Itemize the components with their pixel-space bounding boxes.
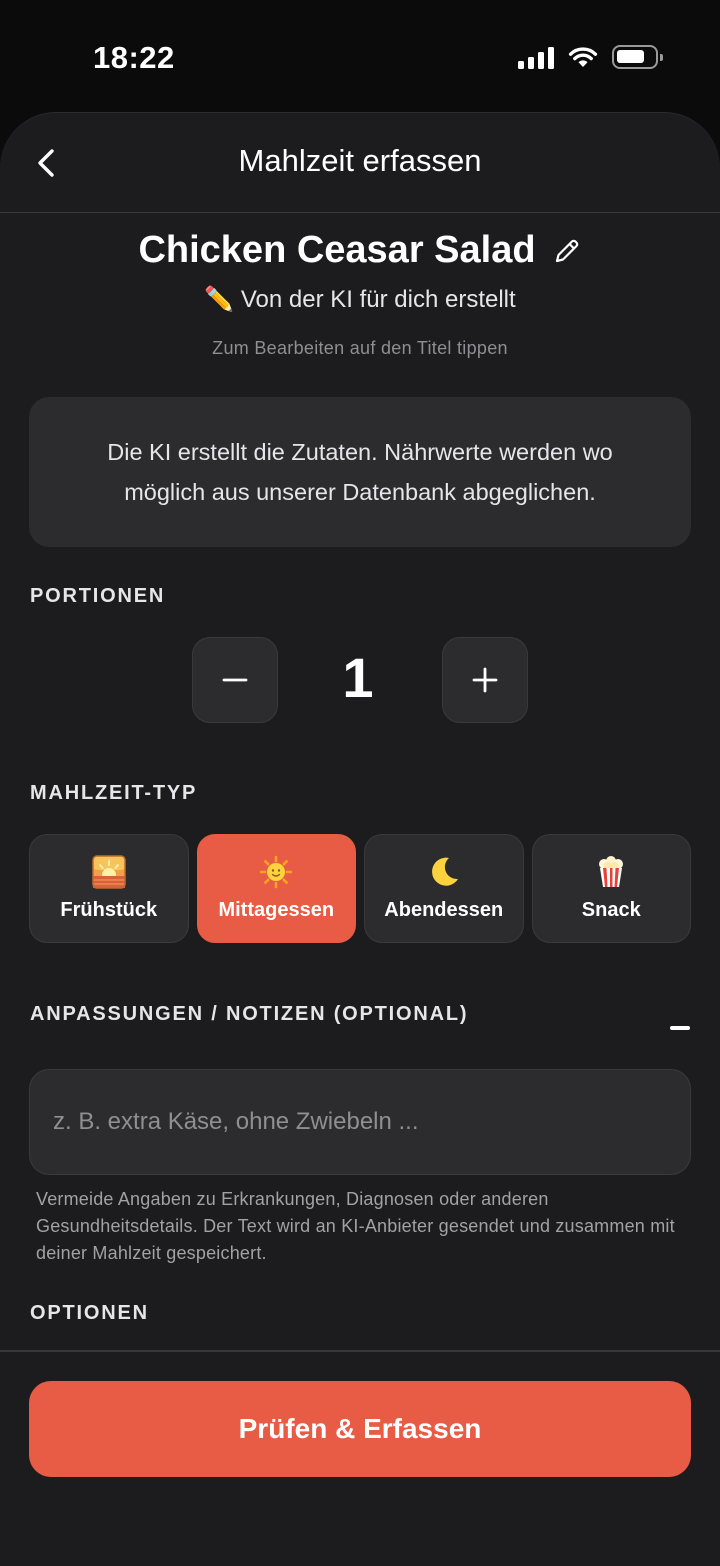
nav-bar: Mahlzeit erfassen [0, 113, 720, 213]
meal-type-label: MAHLZEIT-TYP [30, 782, 198, 804]
meal-type-snack[interactable]: Snack [531, 834, 691, 943]
meal-type-label-snack: Snack [581, 899, 641, 921]
meal-title[interactable]: Chicken Ceasar Salad [138, 229, 535, 272]
plus-icon [472, 667, 498, 693]
ai-info-box: Die KI erstellt die Zutaten. Nährwerte w… [29, 397, 691, 547]
notes-input[interactable] [29, 1069, 691, 1175]
submit-button[interactable]: Prüfen & Erfassen [29, 1381, 691, 1477]
sun-icon [259, 855, 293, 889]
status-icons [518, 45, 663, 69]
meal-type-breakfast[interactable]: Frühstück [29, 834, 189, 943]
wifi-icon [568, 47, 598, 67]
meal-title-row[interactable]: Chicken Ceasar Salad [0, 229, 720, 272]
meal-type-label-lunch: Mittagessen [218, 899, 335, 921]
edit-title-hint: Zum Bearbeiten auf den Titel tippen [212, 338, 508, 358]
pencil-edit-icon[interactable] [552, 236, 582, 266]
privacy-disclaimer: Vermeide Angaben zu Erkrankungen, Diagno… [36, 1189, 675, 1263]
decrease-portion-button[interactable] [192, 637, 278, 723]
moon-icon [431, 857, 458, 886]
increase-portion-button[interactable] [442, 637, 528, 723]
notes-label: ANPASSUNGEN / NOTIZEN (OPTIONAL) [30, 1003, 469, 1025]
options-label: OPTIONEN [30, 1302, 149, 1324]
minus-icon [222, 678, 248, 682]
ai-generated-subtitle: ✏️ Von der KI für dich erstellt [204, 286, 516, 313]
ai-info-text: Die KI erstellt die Zutaten. Nährwerte w… [107, 439, 613, 505]
cellular-signal-icon [518, 45, 554, 69]
status-bar: 18:22 [0, 0, 720, 110]
screen: 18:22 Mahlzeit erfassen Chicken Ceasar S… [0, 0, 720, 1566]
collapse-minus-icon[interactable] [670, 1026, 690, 1030]
portion-count: 1 [342, 646, 374, 709]
popcorn-icon [599, 856, 624, 887]
meal-type-label-dinner: Abendessen [384, 899, 504, 921]
bottom-divider [0, 1350, 720, 1352]
status-time: 18:22 [93, 40, 175, 75]
page-title: Mahlzeit erfassen [238, 143, 482, 178]
battery-icon [612, 45, 663, 69]
meal-type-lunch[interactable]: Mittagessen [196, 834, 356, 943]
portions-label: PORTIONEN [30, 585, 166, 607]
meal-type-selector: Frühstück Mittagessen Abendessen Snack [29, 834, 691, 943]
sunrise-icon [92, 855, 126, 889]
meal-entry-sheet: Mahlzeit erfassen Chicken Ceasar Salad ✏… [0, 112, 720, 1566]
meal-type-label-breakfast: Frühstück [60, 899, 158, 921]
meal-type-dinner[interactable]: Abendessen [364, 834, 524, 943]
